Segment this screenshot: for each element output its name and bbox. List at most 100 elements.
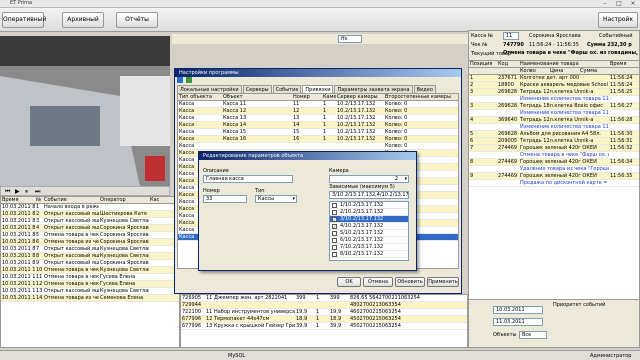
table-row[interactable]: 10.03.2011 8:15:376 Отмена товара из чека… — [1, 239, 179, 246]
table-row[interactable]: 8 274469 Горошек зеленый 420г ОКЕЙ 11:56:34 — [469, 159, 639, 166]
checkbox-icon[interactable] — [332, 238, 337, 243]
table-row[interactable]: 10.03.2011 8:16:357 Открыт кассовый ящикК… — [1, 246, 179, 253]
refresh-button[interactable]: Обновить — [395, 277, 425, 287]
table-row[interactable]: Удаление товара из чека "Горошек зелен — [469, 166, 639, 173]
camera-select[interactable]: 2 ▾ — [329, 175, 409, 183]
table-row[interactable]: 10.03.2011 8:11:352 Открыт кассовый ящикШ… — [1, 211, 179, 218]
table-row[interactable]: 10.03.2011 11:58:1110Отмена товара в чек… — [1, 267, 179, 274]
col-time[interactable]: Время — [609, 61, 635, 67]
archive-button[interactable]: Архивный — [62, 12, 104, 28]
table-row[interactable]: 677996 13 Кружка с крышкой Гейзер Гринер3… — [181, 323, 467, 330]
list-item[interactable]: 8/10.2/13.17.132 — [330, 251, 408, 258]
table-row[interactable]: 7 274469 Горошек зеленый 420г ОКЕЙ 11:56:32 — [469, 145, 639, 152]
table-row[interactable]: 6 209005 Тетрадь 12л.клетка Unnik-a 11:56:3… — [469, 138, 639, 145]
list-item[interactable]: ✓ 3/10.2/13.17.132 — [330, 216, 408, 223]
save-icon[interactable] — [177, 77, 183, 83]
checkbox-icon[interactable] — [332, 210, 337, 215]
ok-button[interactable]: OK — [337, 277, 361, 287]
table-row[interactable]: 5 269628 Альбом для рисования А4 58л. 11:56… — [469, 131, 639, 138]
refresh-icon[interactable] — [185, 77, 192, 83]
table-row[interactable]: 3 269628 Тетрадь 18л.клетка Boxio офис 11:5… — [469, 103, 639, 110]
tab-5[interactable]: Видео — [413, 85, 436, 93]
col-code[interactable]: Код — [497, 61, 519, 67]
apply-button[interactable]: Применить — [427, 277, 459, 287]
play-icon[interactable]: ▶ — [15, 188, 20, 195]
col-camera[interactable]: Камера — [322, 94, 336, 100]
table-row[interactable]: 10.03.2011 12:06:1212Отмена товара в чек… — [1, 281, 179, 288]
col-pos[interactable]: Позиция — [469, 61, 497, 67]
col-kassa[interactable]: Кас — [149, 197, 169, 203]
table-row[interactable]: 10.03.2011 12:24:0214Отмена товара из че… — [1, 295, 179, 302]
table-row[interactable]: Касса Колво: 0 — [178, 143, 458, 150]
table-row[interactable]: Касса Касса 12 12 1 10.2/13.17.132 Колво: 0 — [178, 108, 458, 115]
checkbox-icon[interactable] — [332, 231, 337, 236]
date-to-input[interactable]: 11.03.2011 — [493, 318, 543, 326]
tab-4[interactable]: Параметры захвата экрана — [334, 85, 413, 93]
type-select[interactable]: Кассы ▾ — [255, 195, 297, 203]
table-row[interactable]: 10.03.2011 8:35:069 Открыт кассовый ящикС… — [1, 260, 179, 267]
table-row[interactable]: Изменение количества товара 11:56:26 — [469, 96, 639, 103]
table-row[interactable]: Изменение количества товара 11:56:29 — [469, 124, 639, 131]
pause-icon[interactable]: ⏸ — [25, 188, 28, 196]
checkbox-icon[interactable] — [332, 252, 337, 257]
table-row[interactable]: Касса Касса 15 15 1 10.2/13.17.132 Колво: 0 — [178, 129, 458, 136]
chevron-down-icon[interactable]: ▾ — [404, 176, 407, 182]
dep-select[interactable]: 3/10.2/13.17.132,4/10.2/13.17.132/1 — [329, 191, 409, 199]
operative-button[interactable]: Оперативный — [2, 12, 46, 28]
list-item[interactable]: ✓ 4/10.2/13.17.132 — [330, 223, 408, 230]
table-row[interactable]: 2 18800 Краски акварель медовые School 11:5… — [469, 82, 639, 89]
date-from-input[interactable]: 10.03.2011 — [493, 306, 543, 314]
table-row[interactable]: Касса Касса 16 16 1 10.2/13.17.132 Колво: 0 — [178, 136, 458, 143]
table-row[interactable]: 10.03.2011 8:11:301 Начало входа в режим … — [1, 204, 179, 211]
table-row[interactable]: 10.03.2011 8:15:084 Открыт кассовый ящикС… — [1, 225, 179, 232]
cancel-button[interactable]: Отмена — [363, 277, 393, 287]
col-num[interactable]: № — [35, 197, 43, 203]
table-row[interactable]: 726905 11 Джемпер жен. арт 2822041 399 1 399… — [181, 295, 467, 302]
checkbox-icon[interactable] — [332, 203, 337, 208]
zoom-input[interactable]: ffx — [338, 35, 362, 43]
col-secondary[interactable]: Второстепенные камеры — [384, 94, 452, 100]
table-row[interactable]: 10.03.2011 12:17:3313Открыт кассовый ящи… — [1, 288, 179, 295]
forward-icon[interactable]: ⏭ — [35, 188, 40, 196]
reports-button[interactable]: Отчёты — [116, 12, 158, 28]
minimize-icon[interactable]: – — [598, 0, 612, 8]
desc-input[interactable]: Главная касса — [203, 175, 293, 183]
table-row[interactable]: 10.03.2011 8:15:355 Отмена товара в чекеС… — [1, 232, 179, 239]
table-row[interactable]: 10.03.2011 12:05:4211Отмена товара в чек… — [1, 274, 179, 281]
table-row[interactable]: 10.03.2011 8:17:028 Открыт кассовый ящикК… — [1, 253, 179, 260]
table-row[interactable]: Изменение количества товара 11:56:27 — [469, 110, 639, 117]
table-row[interactable]: 10.03.2011 8:12:403 Открыт кассовый ящикК… — [1, 218, 179, 225]
table-row[interactable]: 677996 12 Термопакет 44х47см 18,9 1 18,9 4502… — [181, 316, 467, 323]
tab-0[interactable]: Локальные настройки — [177, 85, 242, 93]
checkbox-icon[interactable]: ✓ — [332, 217, 337, 222]
table-row[interactable]: 729944 4802700213063354 — [181, 302, 467, 309]
table-row[interactable]: Касса Касса 11 11 1 10.2/13.17.132 Колво: 0 — [178, 101, 458, 108]
col-object[interactable]: Объект — [222, 94, 292, 100]
table-row[interactable]: 4 369640 Тетрадь 12л.клетка Unnik-a 11:56:2… — [469, 117, 639, 124]
list-item[interactable]: 2/10.2/13.17.132 — [330, 209, 408, 216]
table-row[interactable]: Касса Касса 14 14 1 10.2/13.17.132 Колво: 0 — [178, 122, 458, 129]
col-time[interactable]: Время — [1, 197, 35, 203]
tab-2[interactable]: Событие — [272, 85, 302, 93]
col-operator[interactable]: Оператор — [99, 197, 149, 203]
list-item[interactable]: 5/10.2/13.17.132 — [330, 230, 408, 237]
chevron-down-icon[interactable]: ▾ — [292, 196, 295, 202]
list-item[interactable]: 7/10.2/13.17.132 — [330, 244, 408, 251]
col-event[interactable]: Событие — [43, 197, 99, 203]
tab-1[interactable]: Серверы — [242, 85, 272, 93]
rewind-icon[interactable]: ⏮ — [5, 188, 10, 196]
list-item[interactable]: 1/10.2/13.17.132 — [330, 202, 408, 209]
table-row[interactable]: Отмена товара в чеке "Фарш ох. из гов — [469, 152, 639, 159]
list-item[interactable]: 6/10.2/13.17.132 — [330, 237, 408, 244]
col-type[interactable]: Тип объекта — [178, 94, 222, 100]
col-server[interactable]: Сервер камеры — [336, 94, 384, 100]
checkbox-icon[interactable] — [332, 245, 337, 250]
objects-select[interactable]: Все — [519, 331, 547, 339]
table-row[interactable]: 722100 11 Набор инструментов универсальн.… — [181, 309, 467, 316]
settings-button[interactable]: Настройк — [598, 12, 638, 28]
close-icon[interactable]: × — [626, 0, 640, 8]
col-number[interactable]: Номер — [292, 94, 322, 100]
checkbox-icon[interactable]: ✓ — [332, 224, 337, 229]
table-row[interactable]: Касса Касса 13 13 1 10.2/13.17.132 Колво: 0 — [178, 115, 458, 122]
table-row[interactable]: 1 237671 Колготки дет. арт 000 11:56:24 — [469, 75, 639, 82]
